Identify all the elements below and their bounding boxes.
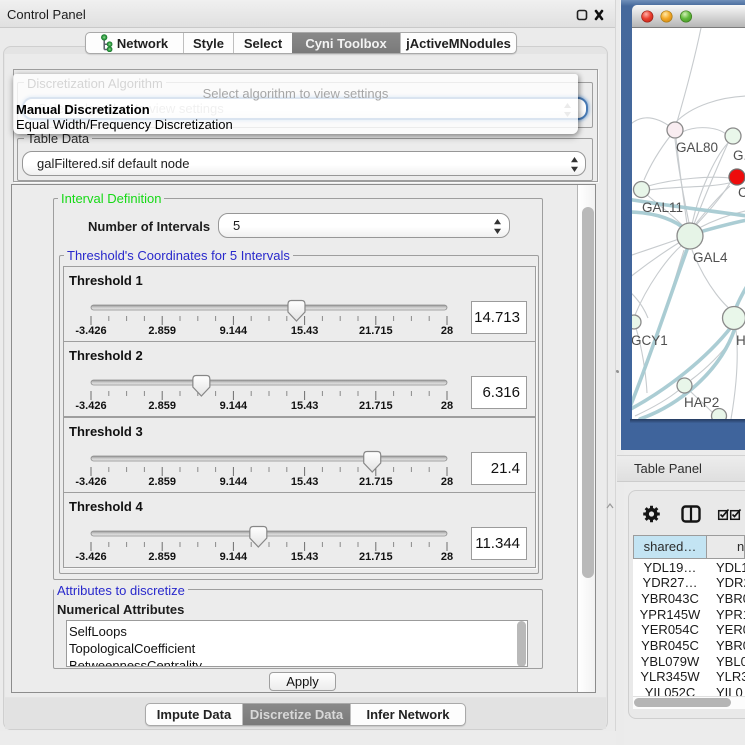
svg-text:HAP2: HAP2 [684, 395, 719, 410]
svg-text:28: 28 [441, 400, 453, 412]
svg-text:GAL11: GAL11 [642, 200, 683, 215]
svg-text:21.715: 21.715 [359, 325, 393, 337]
svg-text:GAL4: GAL4 [693, 250, 728, 265]
svg-text:C: C [738, 185, 745, 200]
svg-text:-3.426: -3.426 [75, 325, 106, 337]
svg-text:15.43: 15.43 [291, 476, 319, 488]
svg-text:-3.426: -3.426 [75, 476, 106, 488]
svg-text:21.715: 21.715 [359, 400, 393, 412]
svg-text:9.144: 9.144 [220, 551, 248, 563]
svg-text:15.43: 15.43 [291, 325, 319, 337]
svg-text:21.715: 21.715 [359, 476, 393, 488]
svg-text:H: H [736, 333, 745, 348]
svg-text:9.144: 9.144 [220, 325, 248, 337]
svg-text:-3.426: -3.426 [75, 400, 106, 412]
svg-text:GAL80: GAL80 [676, 140, 718, 155]
svg-text:9.144: 9.144 [220, 400, 248, 412]
svg-text:28: 28 [441, 551, 453, 563]
svg-text:15.43: 15.43 [291, 551, 319, 563]
svg-text:2.859: 2.859 [148, 325, 176, 337]
svg-text:2.859: 2.859 [148, 400, 176, 412]
svg-text:G.: G. [733, 148, 745, 163]
svg-text:2.859: 2.859 [148, 476, 176, 488]
svg-text:28: 28 [441, 476, 453, 488]
svg-text:28: 28 [441, 325, 453, 337]
svg-text:9.144: 9.144 [220, 476, 248, 488]
svg-text:2.859: 2.859 [148, 551, 176, 563]
svg-text:15.43: 15.43 [291, 400, 319, 412]
svg-text:GCY1: GCY1 [632, 333, 668, 348]
svg-text:21.715: 21.715 [359, 551, 393, 563]
svg-text:-3.426: -3.426 [75, 551, 106, 563]
